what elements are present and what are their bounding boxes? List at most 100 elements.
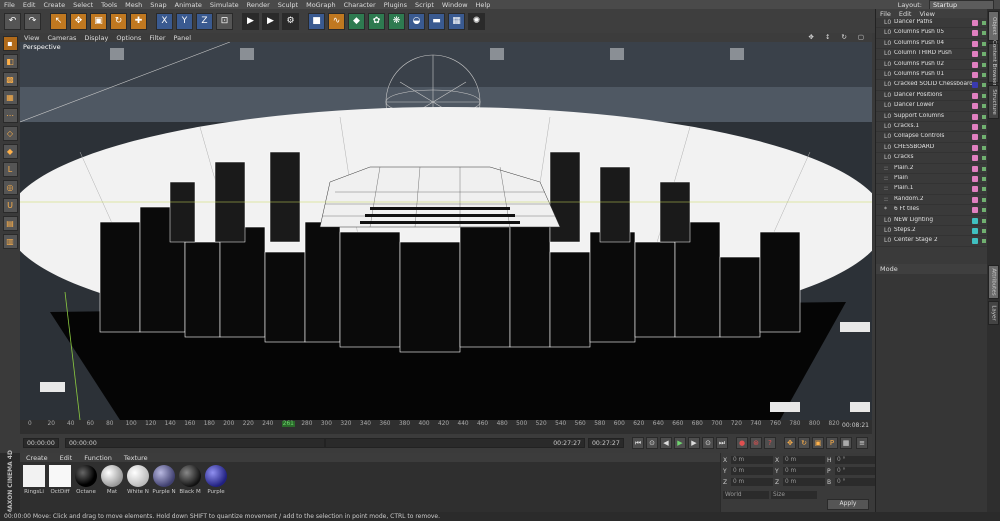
pos-x-field[interactable]: 0 m: [731, 456, 773, 464]
menu-create[interactable]: Create: [39, 1, 69, 9]
cube-icon[interactable]: ■: [308, 12, 325, 30]
object-row[interactable]: :: Plain: [876, 174, 988, 185]
obj-menu-edit[interactable]: Edit: [895, 10, 916, 18]
recent-tools-icon[interactable]: ✚: [130, 12, 147, 30]
vp-menu-display[interactable]: Display: [80, 34, 112, 42]
z-axis-lock-icon[interactable]: Z: [196, 12, 213, 30]
step-forward-icon[interactable]: ▶: [688, 437, 700, 449]
coordinate-mode-select[interactable]: World: [723, 491, 769, 499]
timeline-ruler[interactable]: 0 20 40 60 80 100 120 140 160 180 200 220 240 261 280 3…: [20, 420, 872, 434]
menu-render[interactable]: Render: [243, 1, 274, 9]
enabled-check-icon[interactable]: [982, 218, 986, 223]
rot-h-field[interactable]: 0 °: [835, 456, 877, 464]
tab-content-browser[interactable]: Content Browser: [988, 40, 999, 86]
mat-menu-edit[interactable]: Edit: [54, 454, 79, 462]
vp-menu-view[interactable]: View: [20, 34, 43, 42]
model-mode-icon[interactable]: ◧: [2, 54, 18, 69]
material-tag-icon[interactable]: [972, 82, 978, 89]
material-tag-icon[interactable]: [972, 155, 978, 162]
object-row[interactable]: L0 Cracks.1: [876, 122, 988, 133]
enabled-check-icon[interactable]: [982, 135, 986, 140]
menu-mesh[interactable]: Mesh: [121, 1, 146, 9]
obj-menu-file[interactable]: File: [876, 10, 895, 18]
material-tag-icon[interactable]: [972, 165, 978, 172]
texture-mode-icon[interactable]: ▩: [2, 72, 18, 87]
menu-snap[interactable]: Snap: [146, 1, 170, 9]
maximize-icon[interactable]: ▢: [854, 33, 868, 41]
menu-animate[interactable]: Animate: [171, 1, 206, 9]
vp-menu-cameras[interactable]: Cameras: [43, 34, 80, 42]
menu-script[interactable]: Script: [411, 1, 438, 9]
object-row[interactable]: L0 Dancer Paths: [876, 18, 988, 29]
mat-menu-function[interactable]: Function: [78, 454, 118, 462]
pan-icon[interactable]: ✥: [804, 33, 817, 41]
record-active-icon[interactable]: ●: [736, 437, 748, 449]
deformer-icon[interactable]: ❋: [388, 12, 405, 30]
enabled-check-icon[interactable]: [982, 156, 986, 161]
key-scale-icon[interactable]: ▣: [812, 437, 824, 449]
axis-mode-icon[interactable]: L: [2, 162, 18, 177]
max-time-field[interactable]: 00:27:27: [325, 438, 585, 448]
material-swatch[interactable]: Mat: [100, 465, 124, 495]
obj-menu-view[interactable]: View: [915, 10, 938, 18]
object-row[interactable]: L0 NEW Lighting: [876, 216, 988, 226]
material-swatch[interactable]: Black M: [178, 465, 202, 495]
size-z-field[interactable]: 0 m: [783, 478, 825, 486]
menu-select[interactable]: Select: [69, 1, 97, 9]
pos-z-field[interactable]: 0 m: [731, 478, 773, 486]
menu-character[interactable]: Character: [340, 1, 380, 9]
move-tool-icon[interactable]: ✥: [70, 12, 87, 30]
orbit-icon[interactable]: ↻: [837, 33, 850, 41]
tab-structure[interactable]: Structure: [988, 85, 999, 119]
enabled-check-icon[interactable]: [982, 125, 986, 129]
timeline-window-icon[interactable]: ≡: [856, 437, 868, 449]
live-selection-icon[interactable]: ↖: [50, 12, 67, 30]
enabled-check-icon[interactable]: [982, 41, 986, 46]
object-row[interactable]: L0 Cracks: [876, 153, 988, 164]
coordinate-system-icon[interactable]: ⊡: [216, 12, 233, 30]
object-row[interactable]: L0 Columns Push 02: [876, 60, 988, 70]
material-swatch[interactable]: White N: [126, 465, 150, 495]
keyframe-selection-icon[interactable]: ?: [764, 437, 776, 449]
attr-mode-menu[interactable]: Mode: [876, 265, 902, 273]
key-position-icon[interactable]: ✥: [784, 437, 796, 449]
planar-workplane-icon[interactable]: ▥: [2, 234, 18, 249]
material-tag-icon[interactable]: [972, 72, 978, 78]
autokey-icon[interactable]: ⊛: [750, 437, 762, 449]
rot-p-field[interactable]: 0 °: [835, 467, 877, 475]
points-mode-icon[interactable]: ⋯: [2, 108, 18, 123]
enabled-check-icon[interactable]: [982, 229, 986, 233]
menu-window[interactable]: Window: [438, 1, 472, 9]
material-swatch[interactable]: Purple N: [152, 465, 176, 495]
material-tag-icon[interactable]: [972, 51, 978, 58]
enabled-check-icon[interactable]: [982, 187, 986, 192]
workplane-icon[interactable]: ▦: [2, 90, 18, 105]
material-swatch[interactable]: Octane: [74, 465, 98, 495]
object-row[interactable]: :: Plain.2: [876, 164, 988, 174]
material-tag-icon[interactable]: [972, 176, 978, 182]
play-icon[interactable]: ▶: [674, 437, 686, 449]
apply-button[interactable]: Apply: [827, 499, 869, 510]
object-row[interactable]: * 6 Ft tiles: [876, 205, 988, 216]
workplane-lock-icon[interactable]: ▤: [2, 216, 18, 231]
start-time-field[interactable]: 00:00:00: [23, 438, 59, 448]
material-swatch[interactable]: RingsLi: [22, 465, 46, 495]
vp-menu-options[interactable]: Options: [112, 34, 145, 42]
menu-file[interactable]: File: [0, 1, 19, 9]
tab-attributes[interactable]: Attributes: [988, 265, 999, 299]
subdivision-icon[interactable]: ◆: [348, 12, 365, 30]
enabled-check-icon[interactable]: [982, 177, 986, 181]
enabled-check-icon[interactable]: [982, 31, 986, 36]
rot-b-field[interactable]: 0 °: [835, 478, 877, 486]
snap-icon[interactable]: U: [2, 198, 18, 213]
material-tag-icon[interactable]: [972, 92, 978, 99]
size-x-field[interactable]: 0 m: [783, 456, 825, 464]
go-to-end-icon[interactable]: ⏭: [716, 437, 728, 449]
light-icon[interactable]: ✺: [468, 12, 485, 30]
enabled-check-icon[interactable]: [982, 197, 986, 202]
enabled-check-icon[interactable]: [982, 104, 986, 109]
menu-sculpt[interactable]: Sculpt: [274, 1, 302, 9]
undo-icon[interactable]: ↶: [4, 12, 21, 30]
render-settings-icon[interactable]: ⚙: [282, 12, 299, 30]
make-editable-icon[interactable]: ▪: [2, 36, 18, 51]
